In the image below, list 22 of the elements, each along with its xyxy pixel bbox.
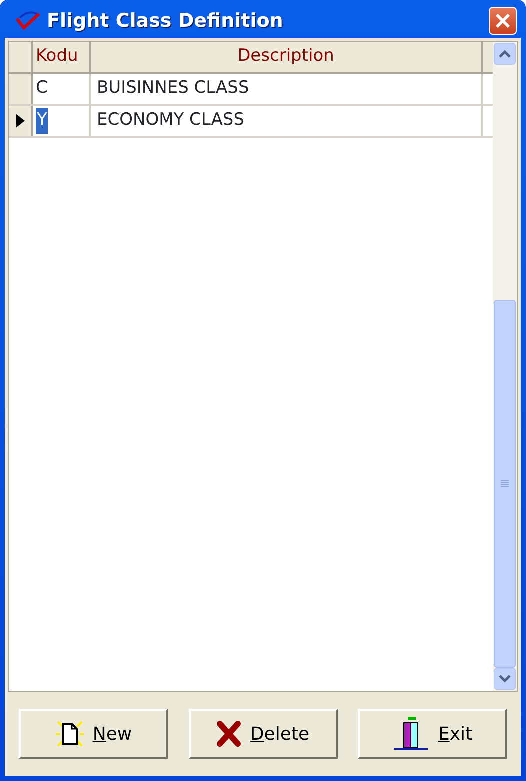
chevron-up-icon: [499, 50, 511, 58]
row-indicator[interactable]: [9, 106, 33, 136]
close-button[interactable]: [489, 7, 517, 35]
column-header[interactable]: Kodu: [33, 42, 91, 72]
scrollbar-thumb[interactable]: [494, 300, 516, 668]
close-icon: [495, 13, 511, 29]
table-cell-text: C: [36, 77, 48, 100]
table-cell: Y: [36, 108, 48, 134]
current-row-arrow-icon: [16, 114, 24, 128]
table-cell-text: BUISINNES CLASS: [97, 77, 250, 100]
table-cell-text: ECONOMY CLASS: [97, 109, 244, 132]
scroll-up-button[interactable]: [494, 43, 516, 65]
exit-button[interactable]: Exit: [358, 709, 507, 759]
scroll-down-button[interactable]: [494, 668, 516, 690]
chevron-down-icon: [499, 675, 511, 683]
new-button[interactable]: New: [19, 709, 168, 759]
cross-icon: [216, 720, 242, 748]
column-header[interactable]: Description: [91, 42, 483, 72]
delete-button[interactable]: Delete: [188, 709, 338, 759]
new-document-icon: [54, 719, 85, 749]
door-icon: [392, 716, 430, 752]
window-title: Flight Class Definition: [47, 8, 284, 34]
